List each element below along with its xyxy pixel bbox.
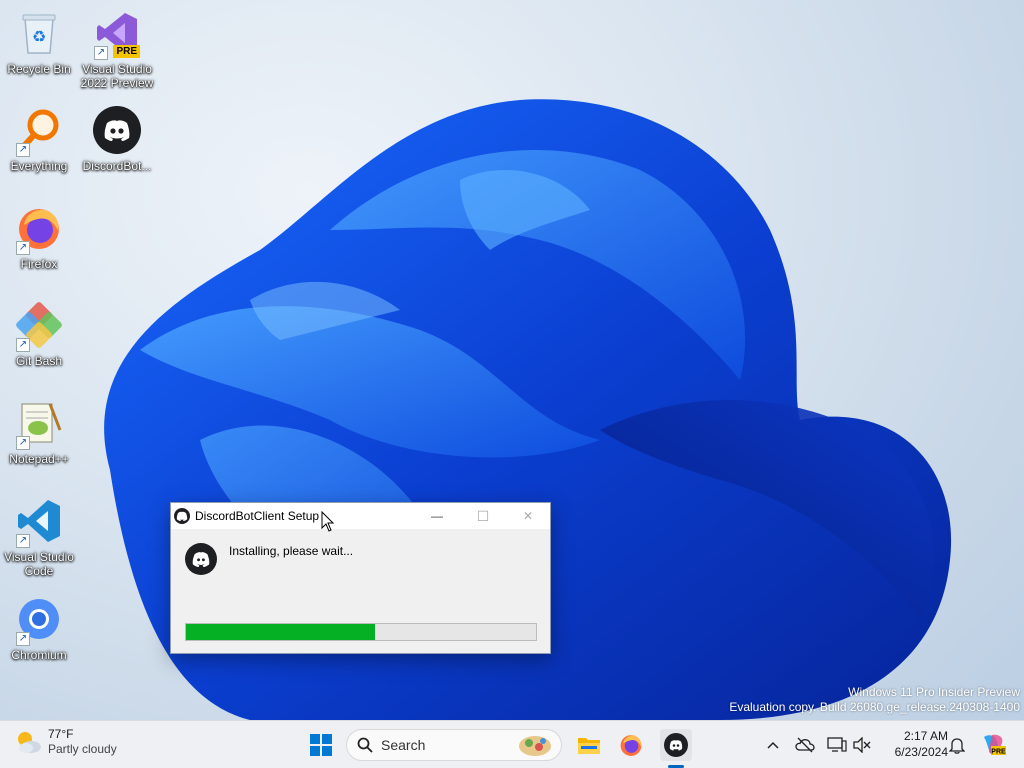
maximize-button[interactable]: ☐ (460, 503, 506, 529)
discord-icon (664, 733, 688, 757)
desktop-icon-label: Everything (10, 159, 68, 173)
close-icon: ✕ (522, 509, 534, 523)
taskbar-file-explorer[interactable] (573, 729, 605, 761)
search-highlight-icon (519, 736, 551, 756)
minimize-button[interactable]: — (414, 503, 460, 529)
desktop-icon-recycle-bin[interactable]: ♻ Recycle Bin (0, 8, 78, 76)
shortcut-arrow-icon: ↗ (16, 338, 30, 352)
discord-icon (92, 105, 142, 155)
onedrive-tray-button[interactable] (793, 733, 817, 757)
weather-condition: Partly cloudy (48, 742, 117, 756)
progress-fill (186, 624, 375, 640)
network-tray-button[interactable] (825, 733, 849, 757)
shortcut-arrow-icon: ↗ (16, 436, 30, 450)
notepad-plus-plus-icon: ↗ (14, 398, 64, 450)
firefox-icon: ↗ (14, 203, 64, 255)
discord-icon (185, 543, 217, 575)
watermark-line-1: Windows 11 Pro Insider Preview (848, 685, 1020, 699)
taskbar-clock[interactable]: 2:17 AM 6/23/2024 (876, 728, 948, 760)
svg-text:PRE: PRE (991, 749, 1006, 756)
minimize-icon: — (431, 509, 443, 523)
everything-search-icon: ↗ (14, 105, 64, 157)
weather-temperature: 77°F (48, 727, 74, 741)
folder-icon (578, 738, 600, 754)
dialog-titlebar[interactable]: DiscordBotClient Setup — ☐ ✕ (171, 503, 550, 529)
partly-cloudy-icon (18, 732, 41, 753)
clock-time: 2:17 AM (903, 729, 948, 743)
desktop-icon-label: Visual Studio 2022 Preview (80, 62, 154, 90)
chromium-icon: ↗ (14, 594, 64, 646)
show-hidden-icons-button[interactable] (761, 733, 785, 757)
windows-logo-icon (310, 734, 332, 756)
visual-studio-preview-icon: ↗ PRE (92, 8, 142, 60)
network-monitor-icon (827, 737, 847, 752)
speaker-muted-icon (853, 737, 871, 753)
taskbar-firefox[interactable] (615, 729, 647, 761)
copilot-button[interactable]: PRE (979, 733, 1007, 757)
desktop-icon-firefox[interactable]: ↗ Firefox (0, 203, 78, 271)
desktop-icon-label: Chromium (11, 648, 67, 662)
weather-widget[interactable]: 77°F Partly cloudy (14, 727, 117, 757)
bell-icon (949, 738, 965, 754)
recycle-bin-icon: ♻ (14, 8, 64, 58)
dialog-title: DiscordBotClient Setup (195, 509, 320, 523)
git-bash-icon: ↗ (14, 300, 64, 352)
notifications-button[interactable] (945, 733, 969, 757)
firefox-icon (620, 735, 642, 756)
desktop-icon-label: Firefox (20, 257, 58, 271)
watermark-line-2: Evaluation copy. Build 26080.ge_release.… (729, 700, 1020, 714)
windows-watermark: Windows 11 Pro Insider Preview Evaluatio… (729, 685, 1020, 715)
cloud-offline-icon (795, 737, 815, 753)
taskbar-discordbotclient[interactable] (660, 729, 692, 761)
desktop-icon-label: DiscordBot... (82, 159, 152, 173)
svg-text:♻: ♻ (32, 27, 46, 46)
desktop-icon-label: Visual Studio Code (4, 550, 74, 578)
desktop-icon-chromium[interactable]: ↗ Chromium (0, 594, 78, 662)
search-icon (357, 737, 373, 753)
desktop-icon-label: Recycle Bin (7, 62, 71, 76)
taskbar-search-box[interactable]: Search (346, 729, 562, 761)
dialog-body: Installing, please wait... (171, 529, 550, 653)
close-button[interactable]: ✕ (505, 503, 551, 529)
mouse-cursor-icon (321, 511, 335, 532)
shortcut-arrow-icon: ↗ (16, 534, 30, 548)
setup-dialog: DiscordBotClient Setup — ☐ ✕ Installing,… (170, 502, 551, 654)
shortcut-arrow-icon: ↗ (16, 632, 30, 646)
vscode-icon: ↗ (14, 496, 64, 548)
desktop-icon-visual-studio-code[interactable]: ↗ Visual Studio Code (0, 496, 78, 578)
install-status-text: Installing, please wait... (229, 544, 354, 558)
desktop-icon-everything[interactable]: ↗ Everything (0, 105, 78, 173)
install-progress-bar (185, 623, 537, 641)
discord-icon (174, 508, 190, 524)
taskbar: 77°F Partly cloudy Search 2:17 AM 6/23/2… (0, 720, 1024, 768)
shortcut-arrow-icon: ↗ (16, 241, 30, 255)
desktop-icon-notepad-plus-plus[interactable]: ↗ Notepad++ (0, 398, 78, 466)
maximize-icon: ☐ (476, 507, 490, 524)
shortcut-arrow-icon: ↗ (94, 46, 108, 60)
audio-tray-button[interactable] (850, 733, 874, 757)
search-label: Search (381, 737, 426, 753)
desktop-icon-label: Git Bash (15, 354, 63, 368)
start-button[interactable] (305, 729, 337, 761)
chevron-up-icon (767, 741, 779, 749)
desktop-icon-git-bash[interactable]: ↗ Git Bash (0, 300, 78, 368)
shortcut-arrow-icon: ↗ (16, 143, 30, 157)
clock-date: 6/23/2024 (894, 745, 948, 759)
pre-badge: PRE (113, 45, 140, 58)
desktop-icon-label: Notepad++ (9, 452, 69, 466)
copilot-pre-icon: PRE (984, 734, 1006, 756)
desktop-icon-discordbot[interactable]: DiscordBot... (78, 105, 156, 173)
desktop-icon-visual-studio-2022-preview[interactable]: ↗ PRE Visual Studio 2022 Preview (78, 8, 156, 90)
